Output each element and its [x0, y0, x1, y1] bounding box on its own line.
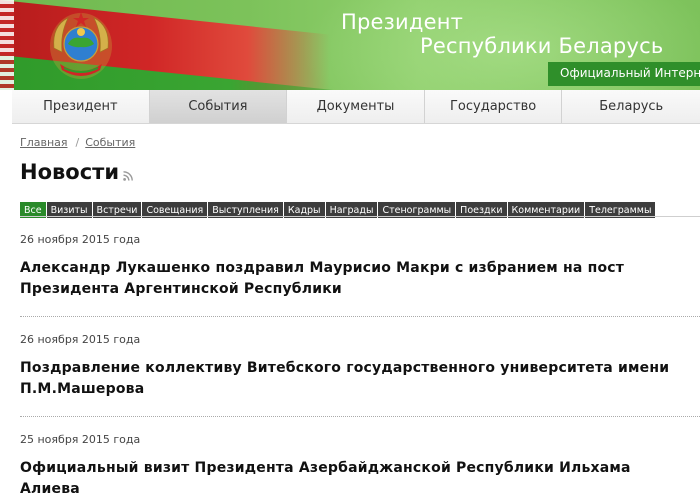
page-title: Новости [20, 160, 120, 184]
breadcrumb-link-home[interactable]: Главная [20, 136, 68, 149]
nav-item-belarus[interactable]: Беларусь [562, 90, 700, 123]
news-item: 26 ноября 2015 года Поздравление коллект… [20, 333, 695, 400]
nav-item-documents[interactable]: Документы [287, 90, 425, 123]
filters-underline [20, 216, 700, 217]
news-item: 26 ноября 2015 года Александр Лукашенко … [20, 233, 695, 300]
breadcrumb-link-events[interactable]: События [85, 136, 135, 149]
site-header: Президент Республики Беларусь Официальны… [0, 0, 700, 90]
breadcrumb: Главная / События [20, 136, 135, 149]
site-title-line1: Президент [341, 10, 464, 34]
news-title-link[interactable]: Александр Лукашенко поздравил Маурисио М… [20, 258, 695, 300]
news-divider [20, 316, 700, 317]
rss-icon[interactable] [123, 171, 133, 181]
main-nav: Президент События Документы Государство … [12, 90, 700, 124]
nav-item-president[interactable]: Президент [12, 90, 150, 123]
flag-ornament [0, 0, 14, 90]
news-date: 26 ноября 2015 года [20, 233, 141, 246]
site-subtitle: Официальный Интерн [560, 66, 700, 80]
state-emblem-icon[interactable] [46, 8, 116, 82]
news-divider [20, 416, 700, 417]
news-title-link[interactable]: Официальный визит Президента Азербайджан… [20, 458, 695, 500]
breadcrumb-separator: / [75, 136, 80, 149]
news-date: 26 ноября 2015 года [20, 333, 141, 346]
nav-item-state[interactable]: Государство [425, 90, 563, 123]
news-date: 25 ноября 2015 года [20, 433, 141, 446]
site-title-line2: Республики Беларусь [420, 34, 664, 58]
news-title-link[interactable]: Поздравление коллективу Витебского госуд… [20, 358, 695, 400]
nav-item-events[interactable]: События [149, 90, 288, 123]
news-item: 25 ноября 2015 года Официальный визит Пр… [20, 433, 695, 500]
